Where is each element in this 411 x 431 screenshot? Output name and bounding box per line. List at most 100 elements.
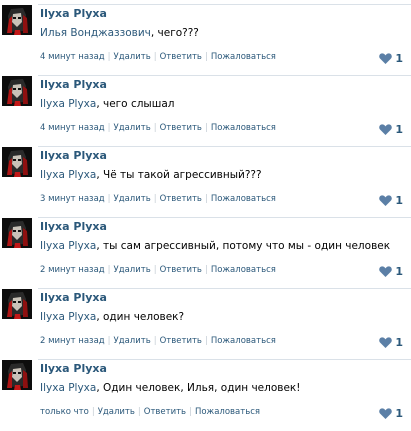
comment-divider: [38, 146, 411, 147]
comment-author-link[interactable]: Ilyxa Plyxa: [40, 362, 107, 375]
like-count: 1: [395, 265, 403, 278]
comment-mention-link[interactable]: Ilyxa Plyxa: [40, 240, 96, 252]
dark-portrait-avatar-icon[interactable]: [2, 5, 32, 35]
dark-portrait-avatar-icon[interactable]: [2, 147, 32, 177]
report-link[interactable]: Пожаловаться: [211, 194, 276, 204]
meta-separator: |: [153, 194, 157, 204]
like-button[interactable]: 1: [379, 194, 403, 207]
dark-portrait-avatar-icon[interactable]: [2, 289, 32, 319]
comment-meta: 2 минут назад | Удалить | Ответить | Пожаловат…: [40, 265, 276, 275]
comment-mention-link[interactable]: Ilyxa Plyxa: [40, 382, 96, 394]
comment-text: Ilyxa Plyxa, Один человек, Илья, один че…: [40, 382, 300, 394]
meta-separator: |: [153, 52, 157, 62]
delete-link[interactable]: Удалить: [114, 194, 151, 204]
meta-separator: |: [153, 265, 157, 275]
comment-body: , ты сам агрессивный, потому что мы - од…: [96, 240, 391, 252]
comment-meta: только что | Удалить | Ответить | Пожаловаться: [40, 407, 260, 417]
report-link[interactable]: Пожаловаться: [211, 265, 276, 275]
comment-text: Ilyxa Plyxa, один человек?: [40, 311, 184, 323]
delete-link[interactable]: Удалить: [114, 52, 151, 62]
comment-text: Ilyxa Plyxa, Чё ты такой агрессивный???: [40, 169, 262, 181]
comment-author-link[interactable]: Ilyxa Plyxa: [40, 149, 107, 162]
comment-mention-link[interactable]: Илья Вонджаззович: [40, 27, 151, 39]
reply-link[interactable]: Ответить: [160, 194, 202, 204]
reply-link[interactable]: Ответить: [160, 52, 202, 62]
comment-item: Ilyxa Plyxa Ilyxa Plyxa, чего слышал 4 м…: [0, 71, 411, 142]
reply-link[interactable]: Ответить: [160, 265, 202, 275]
dark-portrait-avatar-icon[interactable]: [2, 76, 32, 106]
like-button[interactable]: 1: [379, 407, 403, 420]
meta-separator: |: [107, 265, 111, 275]
heart-icon: [379, 195, 393, 206]
delete-link[interactable]: Удалить: [114, 123, 151, 133]
meta-separator: |: [153, 336, 157, 346]
comment-body: , один человек?: [96, 311, 185, 323]
comment-text: Илья Вонджаззович, чего???: [40, 27, 199, 39]
meta-separator: |: [204, 123, 208, 133]
comment-timestamp-link[interactable]: 4 минут назад: [40, 123, 105, 133]
heart-icon: [379, 124, 393, 135]
comment-timestamp-link[interactable]: 2 минут назад: [40, 265, 105, 275]
heart-icon: [379, 266, 393, 277]
comment-meta: 4 минут назад | Удалить | Ответить | Пожаловат…: [40, 123, 276, 133]
comment-timestamp-link[interactable]: 2 минут назад: [40, 336, 105, 346]
comment-divider: [38, 4, 411, 5]
comment-mention-link[interactable]: Ilyxa Plyxa: [40, 311, 96, 323]
comment-author-link[interactable]: Ilyxa Plyxa: [40, 7, 107, 20]
comment-author-link[interactable]: Ilyxa Plyxa: [40, 78, 107, 91]
comment-mention-link[interactable]: Ilyxa Plyxa: [40, 169, 96, 181]
like-button[interactable]: 1: [379, 265, 403, 278]
like-button[interactable]: 1: [379, 336, 403, 349]
report-link[interactable]: Пожаловаться: [195, 407, 260, 417]
delete-link[interactable]: Удалить: [98, 407, 135, 417]
comment-item: Ilyxa Plyxa Илья Вонджаззович, чего??? 4…: [0, 0, 411, 71]
meta-separator: |: [107, 52, 111, 62]
comment-timestamp-link[interactable]: только что: [40, 407, 89, 417]
comment-timestamp-link[interactable]: 3 минут назад: [40, 194, 105, 204]
like-count: 1: [395, 52, 403, 65]
reply-link[interactable]: Ответить: [160, 123, 202, 133]
heart-icon: [379, 337, 393, 348]
meta-separator: |: [189, 407, 192, 417]
comment-item: Ilyxa Plyxa Ilyxa Plyxa, Один человек, И…: [0, 355, 411, 426]
like-count: 1: [395, 407, 403, 420]
comment-body: , чего слышал: [96, 98, 175, 110]
meta-separator: |: [91, 407, 95, 417]
meta-separator: |: [204, 194, 208, 204]
meta-separator: |: [153, 123, 157, 133]
meta-separator: |: [204, 336, 208, 346]
meta-separator: |: [107, 336, 111, 346]
comment-divider: [38, 288, 411, 289]
meta-separator: |: [204, 52, 208, 62]
dark-portrait-avatar-icon[interactable]: [2, 218, 32, 248]
meta-separator: |: [137, 407, 141, 417]
report-link[interactable]: Пожаловаться: [211, 336, 276, 346]
like-button[interactable]: 1: [379, 123, 403, 136]
comment-author-link[interactable]: Ilyxa Plyxa: [40, 220, 107, 233]
comment-item: Ilyxa Plyxa Ilyxa Plyxa, Чё ты такой агр…: [0, 142, 411, 213]
comment-body: , Один человек, Илья, один человек!: [96, 382, 301, 394]
comment-mention-link[interactable]: Ilyxa Plyxa: [40, 98, 96, 110]
like-count: 1: [395, 336, 403, 349]
comment-text: Ilyxa Plyxa, чего слышал: [40, 98, 174, 110]
comment-meta: 4 минут назад | Удалить | Ответить | Пожаловат…: [40, 52, 276, 62]
comment-meta: 2 минут назад | Удалить | Ответить | Пожаловат…: [40, 336, 276, 346]
comment-text: Ilyxa Plyxa, ты сам агрессивный, потому …: [40, 240, 390, 252]
dark-portrait-avatar-icon[interactable]: [2, 360, 32, 390]
like-count: 1: [395, 123, 403, 136]
meta-separator: |: [204, 265, 208, 275]
delete-link[interactable]: Удалить: [114, 336, 151, 346]
comment-item: Ilyxa Plyxa Ilyxa Plyxa, ты сам агрессив…: [0, 213, 411, 284]
heart-icon: [379, 53, 393, 64]
report-link[interactable]: Пожаловаться: [211, 52, 276, 62]
meta-separator: |: [107, 194, 111, 204]
comment-author-link[interactable]: Ilyxa Plyxa: [40, 291, 107, 304]
delete-link[interactable]: Удалить: [114, 265, 151, 275]
reply-link[interactable]: Ответить: [160, 336, 202, 346]
report-link[interactable]: Пожаловаться: [211, 123, 276, 133]
comment-timestamp-link[interactable]: 4 минут назад: [40, 52, 105, 62]
reply-link[interactable]: Ответить: [144, 407, 186, 417]
like-button[interactable]: 1: [379, 52, 403, 65]
like-count: 1: [395, 194, 403, 207]
comment-item: Ilyxa Plyxa Ilyxa Plyxa, один человек? 2…: [0, 284, 411, 355]
